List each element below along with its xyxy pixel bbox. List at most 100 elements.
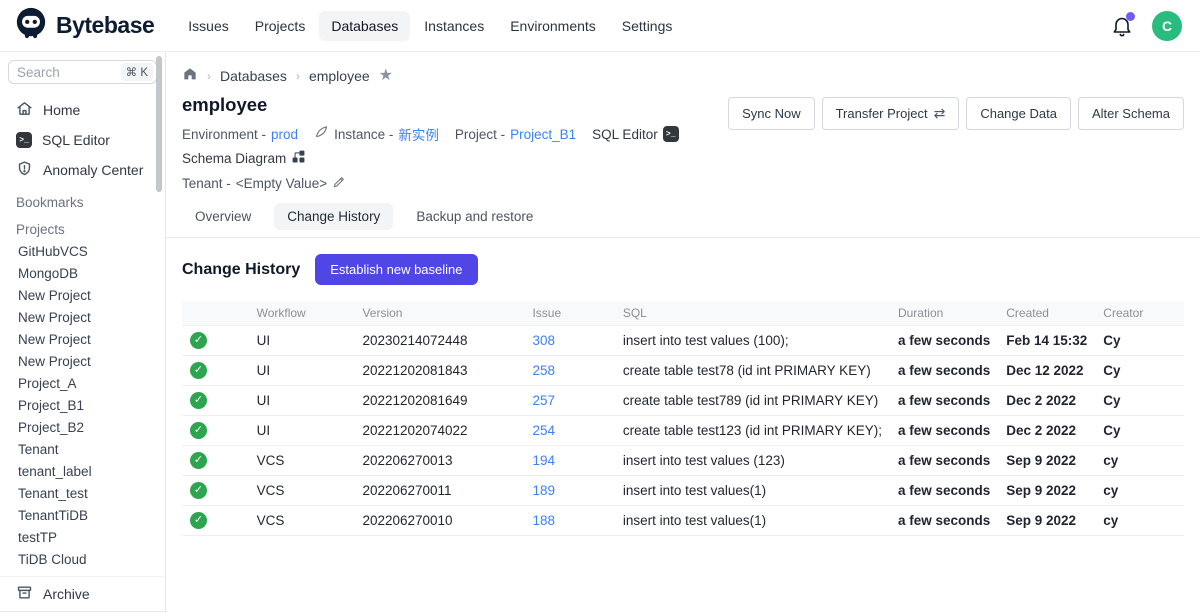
sidebar-project-item[interactable]: MongoDB xyxy=(0,262,165,284)
page-title: employee xyxy=(182,94,728,116)
user-avatar[interactable]: C xyxy=(1152,11,1182,41)
workflow-cell: VCS xyxy=(249,446,355,476)
sidebar-scrollbar[interactable] xyxy=(156,56,162,192)
duration-cell: a few seconds xyxy=(890,446,998,476)
table-row: ✓ UI 20221202081843 258 create table tes… xyxy=(182,356,1184,386)
database-meta: Environment - prod Instance - 新实例 xyxy=(182,124,728,167)
establish-baseline-button[interactable]: Establish new baseline xyxy=(315,254,477,285)
instance-link[interactable]: 新实例 xyxy=(398,124,439,144)
duration-cell: a few seconds xyxy=(890,416,998,446)
status-done-icon: ✓ xyxy=(190,392,207,409)
col-workflow: Workflow xyxy=(249,301,355,326)
meta-instance: Instance - 新实例 xyxy=(314,124,439,144)
nav-item-databases[interactable]: Databases xyxy=(319,11,410,41)
version-cell: 202206270011 xyxy=(354,476,524,506)
breadcrumb-item-databases[interactable]: Databases xyxy=(220,68,287,84)
created-cell: Sep 9 2022 xyxy=(998,446,1095,476)
nav-item-projects[interactable]: Projects xyxy=(243,11,318,41)
sql-cell: create table test789 (id int PRIMARY KEY… xyxy=(615,386,890,416)
sidebar-item-label: Archive xyxy=(43,586,90,602)
search-input[interactable] xyxy=(17,65,89,80)
sidebar-item-sql-editor[interactable]: >_ SQL Editor xyxy=(0,126,165,154)
col-created: Created xyxy=(998,301,1095,326)
creator-cell: Cy xyxy=(1095,326,1184,356)
change-data-button[interactable]: Change Data xyxy=(966,97,1071,130)
breadcrumb-home-icon[interactable] xyxy=(182,66,198,85)
issue-link[interactable]: 308 xyxy=(532,333,555,348)
schema-diagram-shortcut[interactable]: Schema Diagram xyxy=(182,149,306,167)
status-done-icon: ✓ xyxy=(190,332,207,349)
nav-item-issues[interactable]: Issues xyxy=(176,11,240,41)
sidebar-project-item[interactable]: Project_B2 xyxy=(0,416,165,438)
archive-icon xyxy=(16,584,33,604)
sidebar-project-item[interactable]: GitHubVCS xyxy=(0,240,165,262)
database-tabs: Overview Change History Backup and resto… xyxy=(166,203,1200,238)
main-content: › Databases › employee ★ employee Enviro… xyxy=(166,52,1200,613)
sql-cell: insert into test values(1) xyxy=(615,506,890,536)
sidebar-item-anomaly-center[interactable]: Anomaly Center xyxy=(0,154,165,186)
created-cell: Dec 12 2022 xyxy=(998,356,1095,386)
search-shortcut-kbd: ⌘ K xyxy=(121,63,153,81)
sidebar-project-item[interactable]: TenantTiDB xyxy=(0,504,165,526)
instance-engine-icon xyxy=(314,125,329,143)
issue-link[interactable]: 254 xyxy=(532,423,555,438)
issue-link[interactable]: 258 xyxy=(532,363,555,378)
creator-cell: Cy xyxy=(1095,386,1184,416)
sidebar-project-item[interactable]: New Project xyxy=(0,328,165,350)
nav-item-settings[interactable]: Settings xyxy=(610,11,685,41)
issue-link[interactable]: 194 xyxy=(532,453,555,468)
sidebar-project-item[interactable]: Project_B1 xyxy=(0,394,165,416)
project-list: GitHubVCS MongoDB New Project New Projec… xyxy=(0,240,165,570)
terminal-icon: >_ xyxy=(663,126,679,142)
sidebar-project-item[interactable]: Tenant_test xyxy=(0,482,165,504)
sidebar-item-archive[interactable]: Archive xyxy=(0,576,165,611)
alter-schema-button[interactable]: Alter Schema xyxy=(1078,97,1184,130)
created-cell: Sep 9 2022 xyxy=(998,506,1095,536)
issue-link[interactable]: 257 xyxy=(532,393,555,408)
duration-cell: a few seconds xyxy=(890,506,998,536)
table-row: ✓ UI 20230214072448 308 insert into test… xyxy=(182,326,1184,356)
sidebar-project-item[interactable]: testTP xyxy=(0,526,165,548)
meta-environment: Environment - prod xyxy=(182,127,298,142)
creator-cell: cy xyxy=(1095,476,1184,506)
sql-cell: insert into test values (123) xyxy=(615,446,890,476)
sidebar-project-item[interactable]: New Project xyxy=(0,350,165,372)
bookmark-star-icon[interactable]: ★ xyxy=(379,68,393,84)
sidebar-section-bookmarks: Bookmarks xyxy=(0,186,165,213)
col-duration: Duration xyxy=(890,301,998,326)
sidebar-project-item[interactable]: Tenant xyxy=(0,438,165,460)
sidebar-item-home[interactable]: Home xyxy=(0,94,165,126)
duration-cell: a few seconds xyxy=(890,476,998,506)
nav-item-environments[interactable]: Environments xyxy=(498,11,608,41)
issue-link[interactable]: 189 xyxy=(532,483,555,498)
sidebar-project-item[interactable]: tenant_label xyxy=(0,460,165,482)
search-box[interactable]: ⌘ K xyxy=(8,60,157,84)
sidebar-project-item[interactable]: New Project xyxy=(0,284,165,306)
edit-pencil-icon[interactable] xyxy=(332,175,346,192)
tab-backup-and-restore[interactable]: Backup and restore xyxy=(403,203,546,230)
notifications-bell-icon[interactable] xyxy=(1110,14,1134,38)
project-link[interactable]: Project_B1 xyxy=(510,127,576,142)
workflow-cell: UI xyxy=(249,356,355,386)
sync-now-button[interactable]: Sync Now xyxy=(728,97,815,130)
sidebar-project-item[interactable]: New Project xyxy=(0,306,165,328)
sidebar-project-item[interactable]: TiDB Cloud xyxy=(0,548,165,570)
tab-overview[interactable]: Overview xyxy=(182,203,264,230)
transfer-project-button[interactable]: Transfer Project ⇄ xyxy=(822,97,960,130)
created-cell: Feb 14 15:32 xyxy=(998,326,1095,356)
workflow-cell: UI xyxy=(249,326,355,356)
bytebase-logo-icon xyxy=(14,6,48,45)
tab-change-history[interactable]: Change History xyxy=(274,203,393,230)
bytebase-logo[interactable]: Bytebase xyxy=(14,6,154,45)
meta-project: Project - Project_B1 xyxy=(455,127,576,142)
workflow-cell: VCS xyxy=(249,506,355,536)
sidebar-project-item[interactable]: Project_A xyxy=(0,372,165,394)
environment-link[interactable]: prod xyxy=(271,127,298,142)
issue-link[interactable]: 188 xyxy=(532,513,555,528)
table-row: ✓ VCS 202206270013 194 insert into test … xyxy=(182,446,1184,476)
status-done-icon: ✓ xyxy=(190,452,207,469)
sql-editor-shortcut[interactable]: SQL Editor >_ xyxy=(592,126,679,142)
version-cell: 20221202081843 xyxy=(354,356,524,386)
breadcrumb-separator: › xyxy=(296,69,300,83)
nav-item-instances[interactable]: Instances xyxy=(412,11,496,41)
